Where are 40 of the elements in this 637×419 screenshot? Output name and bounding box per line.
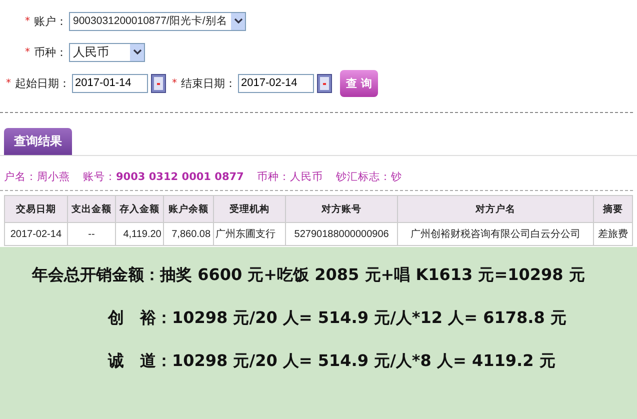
required-mark: * [25, 46, 30, 58]
note-text: 年会总开销金额：抽奖 6600 元+吃饭 2085 元+唱 K1613 元=10298 元 [30, 265, 586, 286]
table-cell: 7,860.08 [164, 222, 214, 246]
table-cell: 广州东圃支行 [213, 222, 286, 246]
currency-label: 币种： [34, 44, 67, 60]
column-header: 账户余额 [164, 196, 214, 222]
column-header: 对方户名 [397, 196, 594, 222]
table-cell: 52790188000000906 [286, 222, 398, 246]
table-cell: 差旅费 [593, 222, 632, 246]
required-mark: * [6, 78, 11, 88]
account-info-text: 币种：人民币 [256, 170, 323, 184]
column-header: 摘要 [593, 196, 632, 222]
calendar-icon[interactable] [151, 74, 166, 92]
start-date-field[interactable]: 2017-01-14 [72, 74, 148, 92]
table-cell: 2017-02-14 [4, 222, 68, 246]
account-info-text: 账号：9003 0312 0001 0877 [83, 170, 244, 184]
start-date-label: 起始日期： [15, 76, 70, 90]
dropdown-icon [132, 49, 142, 55]
end-date-label: 结束日期： [181, 76, 236, 90]
account-label: 账户： [34, 14, 67, 28]
table-cell: 4,119.20 [116, 222, 164, 246]
column-header: 交易日期 [4, 196, 68, 222]
column-header: 受理机构 [213, 196, 286, 222]
column-header: 对方账号 [286, 196, 398, 222]
calendar-icon[interactable] [317, 74, 332, 92]
required-mark: * [172, 78, 177, 88]
note-text: 诚 道：10298 元/20 人= 514.9 元/人*8 人= 4119.2 元 [106, 351, 556, 372]
results-tab[interactable]: 查询结果 [4, 128, 72, 155]
account-info-text: 钞汇标志：钞 [336, 170, 402, 184]
required-mark: * [25, 16, 30, 26]
table-cell: 广州创裕财税咨询有限公司白云分公司 [397, 222, 594, 246]
column-header: 支出金额 [67, 196, 116, 222]
note-text: 创 裕：10298 元/20 人= 514.9 元/人*12 人= 6178.8 元 [106, 308, 568, 329]
currency-select[interactable]: 人民币 [69, 42, 145, 62]
end-date-field[interactable]: 2017-02-14 [238, 74, 314, 92]
account-info-text: 户名：周小燕 [4, 170, 70, 184]
dropdown-icon [234, 18, 243, 24]
column-header: 存入金额 [116, 196, 164, 222]
account-select[interactable]: 9003031200010877/阳光卡/别名 [69, 12, 246, 30]
table-cell: -- [67, 222, 116, 246]
